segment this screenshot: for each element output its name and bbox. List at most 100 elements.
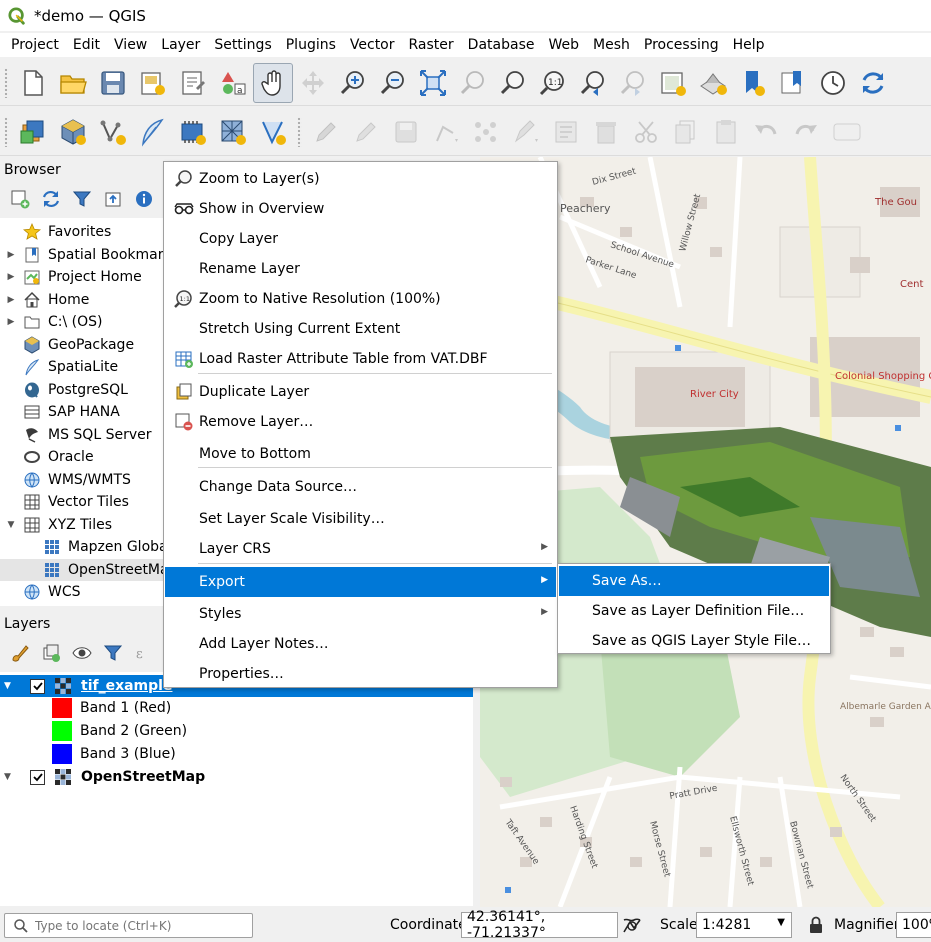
redo-button[interactable] bbox=[786, 112, 826, 152]
menu-item-zoom-to-layer-s[interactable]: Zoom to Layer(s) bbox=[165, 164, 556, 194]
chevron-right-icon[interactable]: ▶ bbox=[4, 266, 18, 288]
pan-to-selection-button[interactable] bbox=[293, 63, 333, 103]
open-layer-styling-button[interactable] bbox=[4, 640, 35, 666]
legend-band-2[interactable]: Band 2 (Green) bbox=[0, 720, 473, 742]
legend-band-1[interactable]: Band 1 (Red) bbox=[0, 697, 473, 719]
filter-by-expression-button[interactable]: ε bbox=[128, 640, 159, 666]
chevron-down-icon[interactable]: ▼ bbox=[4, 772, 18, 782]
chevron-right-icon[interactable]: ▶ bbox=[4, 244, 18, 266]
new-temporary-layer-button[interactable] bbox=[253, 112, 293, 152]
collapse-all-button[interactable] bbox=[97, 186, 128, 212]
menu-help[interactable]: Help bbox=[726, 33, 772, 57]
zoom-full-button[interactable] bbox=[413, 63, 453, 103]
submenu-item-save-as-layer-definition-file[interactable]: Save as Layer Definition File… bbox=[559, 596, 829, 626]
paste-features-button[interactable] bbox=[706, 112, 746, 152]
chevron-down-icon[interactable]: ▼ bbox=[777, 917, 785, 928]
menu-settings[interactable]: Settings bbox=[207, 33, 278, 57]
menu-item-zoom-to-native-resolution-100[interactable]: 1:1 Zoom to Native Resolution (100%) bbox=[165, 284, 556, 314]
refresh-button[interactable] bbox=[853, 63, 893, 103]
new-project-button[interactable] bbox=[13, 63, 53, 103]
menu-item-rename-layer[interactable]: Rename Layer bbox=[165, 254, 556, 284]
new-virtual-layer-button[interactable] bbox=[173, 112, 213, 152]
menu-item-add-layer-notes[interactable]: Add Layer Notes… bbox=[165, 629, 556, 659]
chevron-down-icon[interactable]: ▼ bbox=[4, 681, 18, 691]
menu-item-properties[interactable]: Properties… bbox=[165, 659, 556, 689]
layer-item-openstreetmap[interactable]: ▼ OpenStreetMap bbox=[0, 766, 473, 788]
new-shapefile-layer-button[interactable] bbox=[93, 112, 133, 152]
multi-edit-button[interactable] bbox=[546, 112, 586, 152]
chevron-down-icon[interactable]: ▼ bbox=[4, 514, 18, 536]
cut-features-button[interactable] bbox=[626, 112, 666, 152]
zoom-native-button[interactable]: 1:1 bbox=[533, 63, 573, 103]
zoom-to-layer-button[interactable] bbox=[493, 63, 533, 103]
new-geopackage-layer-button[interactable] bbox=[53, 112, 93, 152]
menu-item-remove-layer[interactable]: Remove Layer… bbox=[165, 407, 556, 437]
show-bookmarks-button[interactable] bbox=[773, 63, 813, 103]
menu-web[interactable]: Web bbox=[541, 33, 586, 57]
zoom-next-button[interactable] bbox=[613, 63, 653, 103]
filter-legend-button[interactable] bbox=[97, 640, 128, 666]
layer-visibility-checkbox[interactable] bbox=[30, 678, 45, 694]
layout-manager-button[interactable] bbox=[173, 63, 213, 103]
new-3d-view-button[interactable] bbox=[693, 63, 733, 103]
coordinate-field[interactable]: 42.36141°, -71.21337° bbox=[461, 909, 618, 941]
menu-item-move-to-bottom[interactable]: Move to Bottom bbox=[165, 439, 556, 469]
menu-item-duplicate-layer[interactable]: Duplicate Layer bbox=[165, 377, 556, 407]
menu-item-export[interactable]: Export ▶ bbox=[165, 567, 556, 597]
pan-map-button[interactable] bbox=[253, 62, 293, 103]
new-spatialite-layer-button[interactable] bbox=[133, 112, 173, 152]
toolbar-grip[interactable] bbox=[4, 116, 9, 147]
menu-layer[interactable]: Layer bbox=[154, 33, 207, 57]
add-group-button[interactable] bbox=[35, 640, 66, 666]
menu-processing[interactable]: Processing bbox=[637, 33, 726, 57]
menu-vector[interactable]: Vector bbox=[343, 33, 402, 57]
new-print-layout-button[interactable] bbox=[133, 63, 173, 103]
menu-item-set-layer-scale-visibility[interactable]: Set Layer Scale Visibility… bbox=[165, 504, 556, 534]
locator-input[interactable] bbox=[35, 918, 245, 933]
new-map-view-button[interactable] bbox=[653, 63, 693, 103]
browser-filter-button[interactable] bbox=[66, 186, 97, 212]
copy-features-button[interactable] bbox=[666, 112, 706, 152]
toggle-editing-button[interactable] bbox=[346, 112, 386, 152]
browser-refresh-button[interactable] bbox=[35, 186, 66, 212]
modify-attributes-button[interactable] bbox=[506, 112, 546, 152]
zoom-out-button[interactable] bbox=[373, 63, 413, 103]
menu-item-load-raster-attribute-table-from-vat-dbf[interactable]: Load Raster Attribute Table from VAT.DBF bbox=[165, 344, 556, 374]
layer-visibility-checkbox[interactable] bbox=[30, 769, 45, 785]
magnifier-field[interactable]: 100% bbox=[896, 912, 931, 938]
vertex-tool-button[interactable] bbox=[466, 112, 506, 152]
locator-bar[interactable] bbox=[4, 913, 253, 938]
menu-raster[interactable]: Raster bbox=[402, 33, 461, 57]
menu-item-styles[interactable]: Styles ▶ bbox=[165, 599, 556, 629]
zoom-in-button[interactable] bbox=[333, 63, 373, 103]
menu-mesh[interactable]: Mesh bbox=[586, 33, 637, 57]
lock-icon[interactable] bbox=[808, 916, 824, 934]
submenu-item-save-as[interactable]: Save As… bbox=[559, 566, 829, 596]
new-bookmark-button[interactable] bbox=[733, 63, 773, 103]
data-source-manager-button[interactable] bbox=[13, 112, 53, 152]
new-mesh-layer-button[interactable] bbox=[213, 112, 253, 152]
menu-edit[interactable]: Edit bbox=[66, 33, 107, 57]
toolbar-grip[interactable] bbox=[4, 67, 9, 98]
menu-item-show-in-overview[interactable]: Show in Overview bbox=[165, 194, 556, 224]
submenu-item-save-as-qgis-layer-style-file[interactable]: Save as QGIS Layer Style File… bbox=[559, 626, 829, 656]
menu-plugins[interactable]: Plugins bbox=[279, 33, 343, 57]
zoom-to-selection-button[interactable] bbox=[453, 63, 493, 103]
toggle-extents-icon[interactable] bbox=[622, 916, 642, 936]
label-toolbar-button[interactable] bbox=[826, 112, 866, 152]
legend-band-3[interactable]: Band 3 (Blue) bbox=[0, 743, 473, 765]
menu-item-stretch-using-current-extent[interactable]: Stretch Using Current Extent bbox=[165, 314, 556, 344]
toolbar-grip[interactable] bbox=[297, 116, 302, 147]
chevron-right-icon[interactable]: ▶ bbox=[4, 289, 18, 311]
manage-map-themes-button[interactable] bbox=[66, 640, 97, 666]
style-manager-button[interactable]: a bbox=[213, 63, 253, 103]
undo-button[interactable] bbox=[746, 112, 786, 152]
menu-view[interactable]: View bbox=[107, 33, 154, 57]
enable-properties-button[interactable] bbox=[128, 186, 159, 212]
menu-item-change-data-source[interactable]: Change Data Source… bbox=[165, 472, 556, 502]
current-edits-button[interactable] bbox=[306, 112, 346, 152]
save-layer-edits-button[interactable] bbox=[386, 112, 426, 152]
save-project-button[interactable] bbox=[93, 63, 133, 103]
open-project-button[interactable] bbox=[53, 63, 93, 103]
chevron-right-icon[interactable]: ▶ bbox=[4, 311, 18, 333]
